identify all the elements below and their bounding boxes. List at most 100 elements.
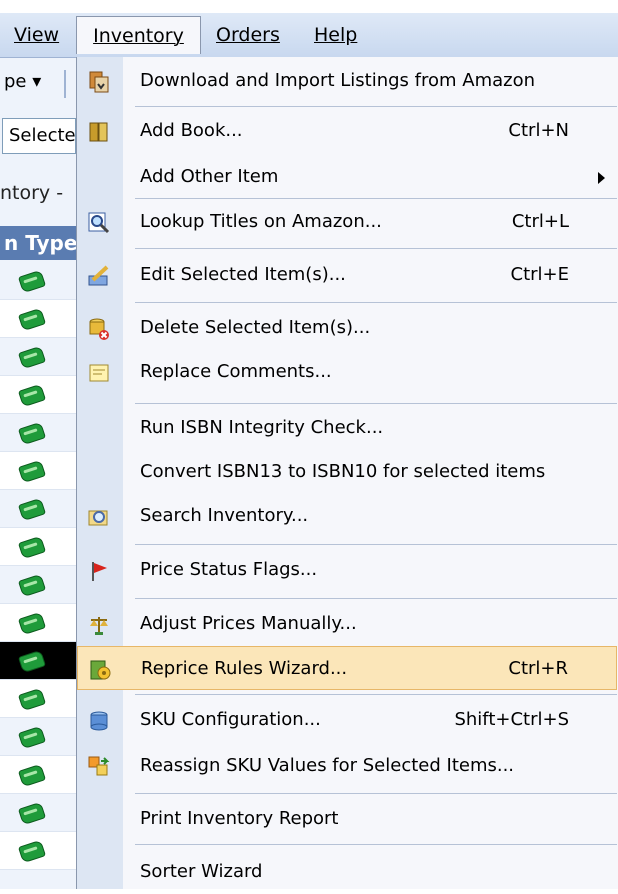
red-flag-icon — [87, 559, 111, 583]
book-icon — [17, 725, 47, 750]
menu-separator — [135, 598, 617, 599]
menu-item-label: Lookup Titles on Amazon... — [140, 211, 382, 232]
menu-item-label: Delete Selected Item(s)... — [140, 317, 371, 338]
menu-item[interactable]: Price Status Flags... — [77, 548, 617, 592]
menu-item-label: Print Inventory Report — [140, 808, 339, 829]
menu-separator — [135, 248, 617, 249]
table-row[interactable] — [0, 642, 76, 680]
menu-item-label: Add Other Item — [140, 166, 279, 187]
table-row[interactable] — [0, 528, 76, 566]
menu-item[interactable]: Convert ISBN13 to ISBN10 for selected it… — [77, 450, 617, 494]
menu-item-label: Adjust Prices Manually... — [140, 613, 357, 634]
menu-item-label: Convert ISBN13 to ISBN10 for selected it… — [140, 461, 546, 482]
amazon-download-icon — [87, 70, 111, 94]
menu-item-label: Price Status Flags... — [140, 559, 318, 580]
note-icon — [87, 361, 111, 385]
table-row[interactable] — [0, 300, 76, 338]
wizard-icon — [88, 658, 112, 682]
menu-item-label: Download and Import Listings from Amazon — [140, 70, 535, 91]
toolbar-dropdown-button[interactable]: pe ▾ — [0, 66, 60, 98]
menu-separator — [135, 106, 617, 107]
book-icon — [17, 573, 47, 598]
table-row[interactable] — [0, 376, 76, 414]
delete-icon — [87, 317, 111, 341]
column-header-item-type[interactable]: n Type — [0, 226, 76, 260]
submenu-arrow-icon — [598, 172, 605, 184]
book-icon — [17, 649, 47, 674]
book-icon — [17, 345, 47, 370]
book-icon — [17, 383, 47, 408]
database-icon — [87, 709, 111, 733]
menu-help[interactable]: Help — [314, 22, 357, 48]
book-icon — [17, 497, 47, 522]
menu-separator — [135, 793, 617, 794]
book-icon — [17, 421, 47, 446]
menu-item-label: Add Book... — [140, 120, 243, 141]
menu-item[interactable]: Delete Selected Item(s)... — [77, 306, 617, 350]
menu-inventory-label: Inventory — [93, 25, 184, 47]
menu-item-shortcut: Ctrl+R — [508, 658, 568, 679]
inventory-grid-rows — [0, 262, 76, 870]
table-row[interactable] — [0, 794, 76, 832]
table-row[interactable] — [0, 452, 76, 490]
menu-item-label: Run ISBN Integrity Check... — [140, 417, 384, 438]
table-row[interactable] — [0, 338, 76, 376]
table-row[interactable] — [0, 414, 76, 452]
menu-item[interactable]: Search Inventory... — [77, 494, 617, 538]
menu-orders[interactable]: Orders — [216, 22, 280, 48]
table-row[interactable] — [0, 566, 76, 604]
menu-item-shortcut: Ctrl+L — [511, 211, 569, 232]
table-row[interactable] — [0, 680, 76, 718]
menu-view[interactable]: View — [14, 22, 59, 48]
menu-item-label: Search Inventory... — [140, 505, 309, 526]
menu-item-label: Replace Comments... — [140, 361, 332, 382]
menu-item[interactable]: Replace Comments... — [77, 350, 617, 394]
menu-bar: View Inventory Orders Help — [0, 13, 618, 58]
menu-item[interactable]: Lookup Titles on Amazon... Ctrl+L — [77, 200, 617, 244]
menu-item[interactable]: Run ISBN Integrity Check... — [77, 406, 617, 450]
pencil-icon — [87, 264, 111, 288]
menu-item-label: SKU Configuration... — [140, 709, 321, 730]
menu-item[interactable]: Edit Selected Item(s)... Ctrl+E — [77, 253, 617, 297]
table-row[interactable] — [0, 718, 76, 756]
selection-combobox[interactable]: Selecte — [2, 118, 76, 154]
menu-item[interactable]: Reprice Rules Wizard... Ctrl+R — [77, 646, 617, 690]
menu-item-shortcut: Ctrl+E — [510, 264, 569, 285]
menu-item[interactable]: Download and Import Listings from Amazon — [77, 59, 617, 103]
toolbar-separator — [64, 70, 66, 98]
table-row[interactable] — [0, 604, 76, 642]
table-row[interactable] — [0, 832, 76, 870]
menu-item[interactable]: Adjust Prices Manually... — [77, 602, 617, 646]
menu-item[interactable]: SKU Configuration... Shift+Ctrl+S — [77, 698, 617, 742]
menu-separator — [135, 694, 617, 695]
scale-icon — [87, 613, 111, 637]
menu-item-shortcut: Shift+Ctrl+S — [454, 709, 569, 730]
menu-item[interactable]: Reassign SKU Values for Selected Items..… — [77, 744, 617, 788]
table-row[interactable] — [0, 756, 76, 794]
book-icon — [17, 459, 47, 484]
menu-item-label: Reassign SKU Values for Selected Items..… — [140, 755, 515, 776]
menu-item-label: Edit Selected Item(s)... — [140, 264, 346, 285]
table-row[interactable] — [0, 490, 76, 528]
search-folder-icon — [87, 505, 111, 529]
magnifier-icon — [87, 211, 111, 235]
book-icon — [17, 763, 47, 788]
book-icon — [87, 120, 111, 144]
menu-separator — [135, 302, 617, 303]
menu-item[interactable]: Sorter Wizard — [77, 850, 617, 894]
menu-separator — [135, 403, 617, 404]
menu-item-label: Sorter Wizard — [140, 861, 263, 882]
menu-item-label: Reprice Rules Wizard... — [141, 658, 348, 679]
menu-item[interactable]: Print Inventory Report — [77, 797, 617, 841]
window-top-band — [0, 0, 618, 13]
inventory-dropdown-menu: Download and Import Listings from Amazon… — [76, 57, 618, 889]
reassign-icon — [87, 755, 111, 779]
book-icon — [17, 269, 47, 294]
inventory-label: ntory - — [0, 182, 64, 204]
menu-help-label: Help — [314, 24, 358, 46]
menu-inventory[interactable]: Inventory — [76, 16, 201, 54]
menu-view-label: View — [14, 24, 60, 46]
menu-item[interactable]: Add Book... Ctrl+N — [77, 109, 617, 153]
table-row[interactable] — [0, 262, 76, 300]
menu-item[interactable]: Add Other Item — [77, 155, 617, 199]
